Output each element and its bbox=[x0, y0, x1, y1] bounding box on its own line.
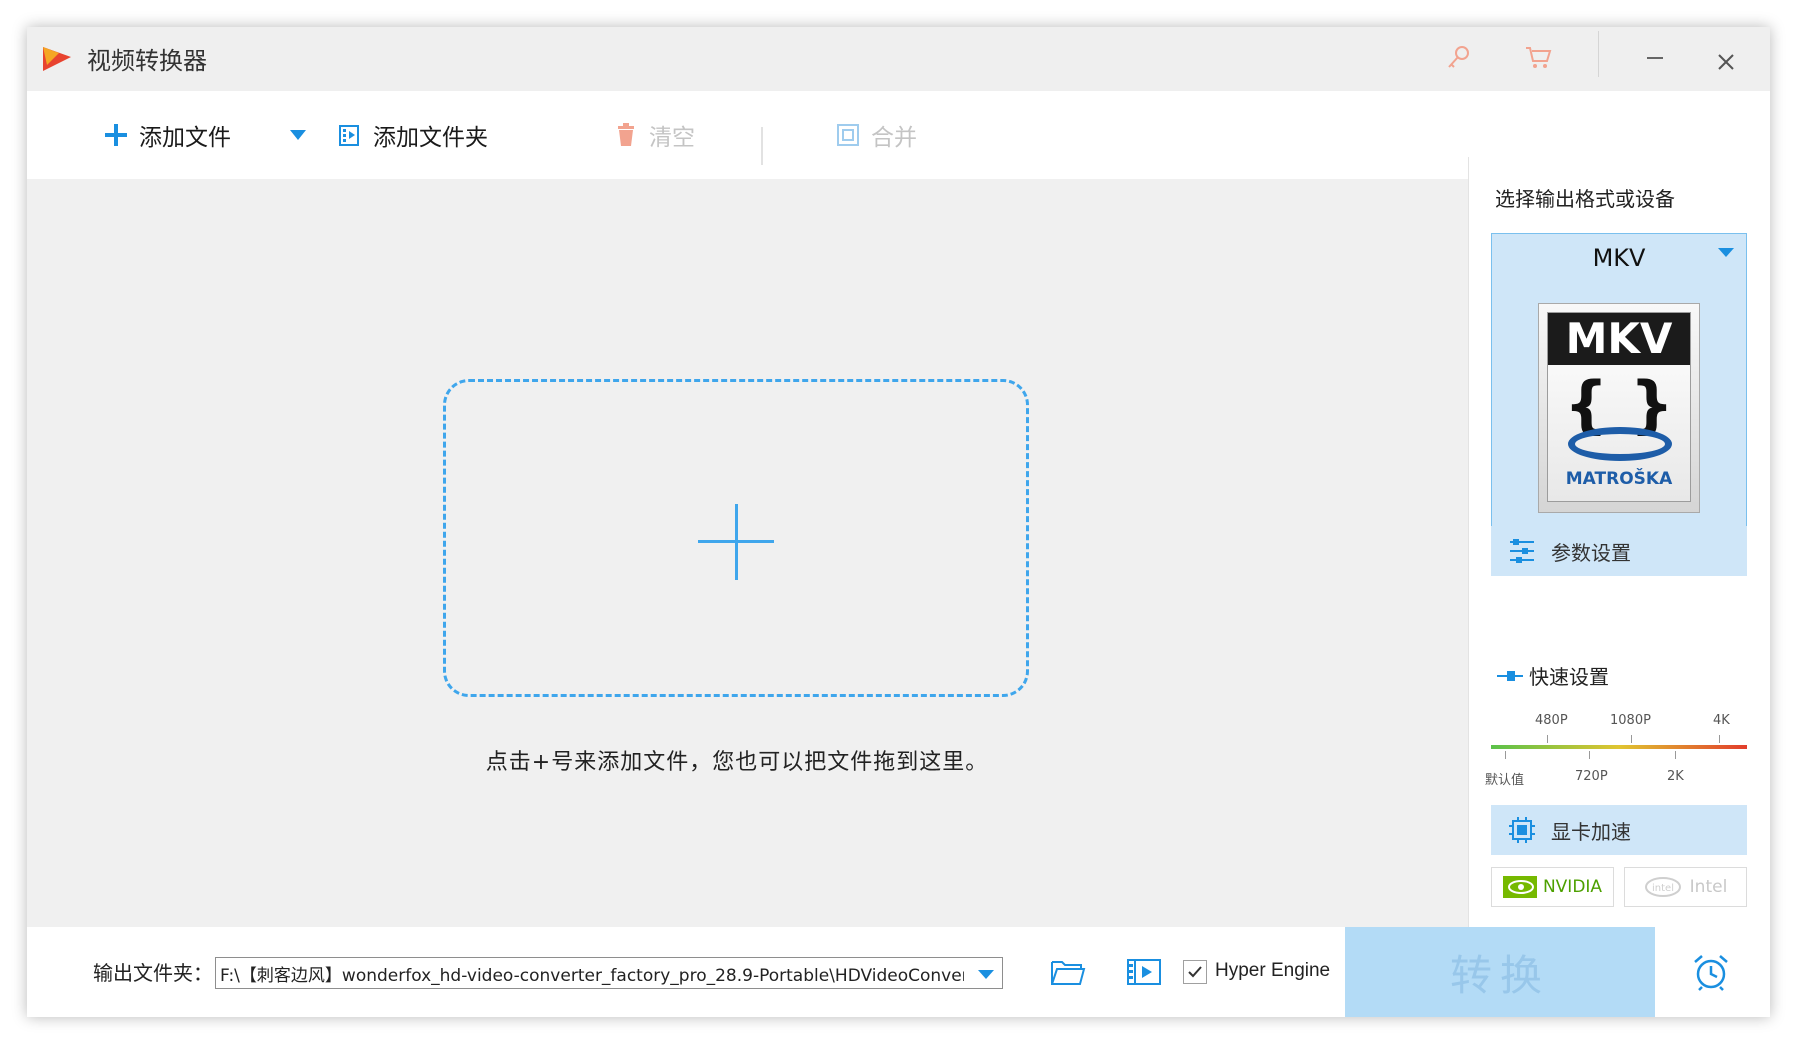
format-dropdown-icon[interactable] bbox=[1718, 248, 1734, 257]
clear-label: 清空 bbox=[649, 125, 695, 151]
quality-slider[interactable] bbox=[1491, 745, 1747, 749]
intel-toggle[interactable]: intel Intel bbox=[1624, 867, 1747, 907]
plus-icon bbox=[101, 120, 131, 150]
quality-720p-label: 720P bbox=[1575, 769, 1608, 784]
svg-text:intel: intel bbox=[1652, 883, 1674, 894]
quality-2k-label: 2K bbox=[1667, 769, 1684, 784]
mkv-logo-text: MKV bbox=[1548, 313, 1690, 365]
output-folder-label: 输出文件夹： bbox=[93, 961, 213, 985]
hyper-engine-checkbox[interactable] bbox=[1183, 960, 1207, 984]
nvidia-label: NVIDIA bbox=[1542, 877, 1603, 897]
nvidia-toggle[interactable]: NVIDIA bbox=[1491, 867, 1614, 907]
quick-settings-title: 快速设置 bbox=[1497, 661, 1609, 690]
add-file-dropdown[interactable] bbox=[289, 91, 307, 179]
titlebar-divider bbox=[1598, 31, 1599, 77]
merge-label: 合并 bbox=[871, 125, 917, 151]
folder-film-icon bbox=[335, 120, 365, 150]
format-name: MKV bbox=[1592, 244, 1646, 272]
clear-button[interactable]: 清空 bbox=[611, 91, 695, 179]
app-window: 视频转换器 添加文件 添加文件夹 清空 合并 点击+号来添加文件，您也可以把文件… bbox=[27, 27, 1770, 1017]
cart-icon[interactable] bbox=[1521, 41, 1555, 75]
quality-4k-label: 4K bbox=[1713, 713, 1730, 728]
mkv-format-logo: MKV { } MATROŠKA bbox=[1538, 303, 1700, 513]
merge-button[interactable]: 合并 bbox=[833, 91, 917, 179]
key-icon[interactable] bbox=[1441, 41, 1475, 75]
nvidia-icon bbox=[1502, 876, 1537, 898]
params-settings-button[interactable]: 参数设置 bbox=[1491, 526, 1747, 576]
quick-settings-icon bbox=[1497, 670, 1523, 681]
add-folder-label: 添加文件夹 bbox=[373, 125, 488, 151]
sliders-icon bbox=[1507, 536, 1537, 566]
folder-open-icon[interactable] bbox=[1049, 955, 1087, 989]
output-format-panel: 选择输出格式或设备 MKV MKV { } MATROŠKA 参数设置 快速设置 bbox=[1468, 157, 1770, 931]
quality-default-label: 默认值 bbox=[1485, 773, 1525, 788]
dropdown-arrow-icon bbox=[290, 130, 306, 140]
check-icon bbox=[1188, 966, 1202, 978]
mkv-logo-word: MATROŠKA bbox=[1565, 469, 1673, 489]
quality-1080p-label: 1080P bbox=[1610, 713, 1651, 728]
toolbar-divider bbox=[761, 127, 763, 165]
params-settings-label: 参数设置 bbox=[1551, 540, 1631, 565]
convert-button[interactable]: 转换 bbox=[1345, 927, 1655, 1017]
bottom-bar: 输出文件夹： F:\【刺客边风】wonderfox_hd-video-conve… bbox=[27, 927, 1770, 1017]
output-format-title: 选择输出格式或设备 bbox=[1495, 187, 1675, 211]
path-dropdown-icon[interactable] bbox=[978, 970, 994, 979]
hyper-engine-label: Hyper Engine bbox=[1215, 960, 1331, 981]
drop-hint-text: 点击+号来添加文件，您也可以把文件拖到这里。 bbox=[485, 750, 989, 775]
app-logo-icon bbox=[43, 47, 71, 71]
output-path-text: F:\【刺客边风】wonderfox_hd-video-converter_fa… bbox=[220, 966, 964, 986]
gpu-acceleration-label: 显卡加速 bbox=[1551, 819, 1631, 844]
output-path-select[interactable]: F:\【刺客边风】wonderfox_hd-video-converter_fa… bbox=[215, 957, 1003, 989]
drop-zone[interactable] bbox=[443, 379, 1029, 697]
merge-icon bbox=[833, 120, 863, 150]
add-file-label: 添加文件 bbox=[139, 125, 231, 151]
quality-480p-label: 480P bbox=[1535, 713, 1568, 728]
add-folder-button[interactable]: 添加文件夹 bbox=[335, 91, 488, 179]
title-bar: 视频转换器 bbox=[27, 27, 1770, 91]
intel-icon: intel bbox=[1644, 877, 1681, 897]
intel-label: Intel bbox=[1689, 877, 1728, 897]
gpu-acceleration-button[interactable]: 显卡加速 bbox=[1491, 805, 1747, 855]
app-title: 视频转换器 bbox=[87, 47, 207, 75]
format-selector[interactable]: MKV MKV { } MATROŠKA bbox=[1491, 233, 1747, 545]
add-file-button[interactable]: 添加文件 bbox=[101, 91, 231, 179]
chip-icon bbox=[1507, 815, 1537, 845]
close-icon[interactable] bbox=[1709, 45, 1743, 79]
film-preview-icon[interactable] bbox=[1125, 955, 1163, 989]
minimize-icon[interactable] bbox=[1638, 41, 1672, 75]
mkv-logo-ring bbox=[1568, 427, 1672, 461]
trash-icon bbox=[611, 120, 641, 150]
alarm-clock-icon[interactable] bbox=[1690, 951, 1732, 993]
quick-settings-label: 快速设置 bbox=[1529, 665, 1609, 689]
